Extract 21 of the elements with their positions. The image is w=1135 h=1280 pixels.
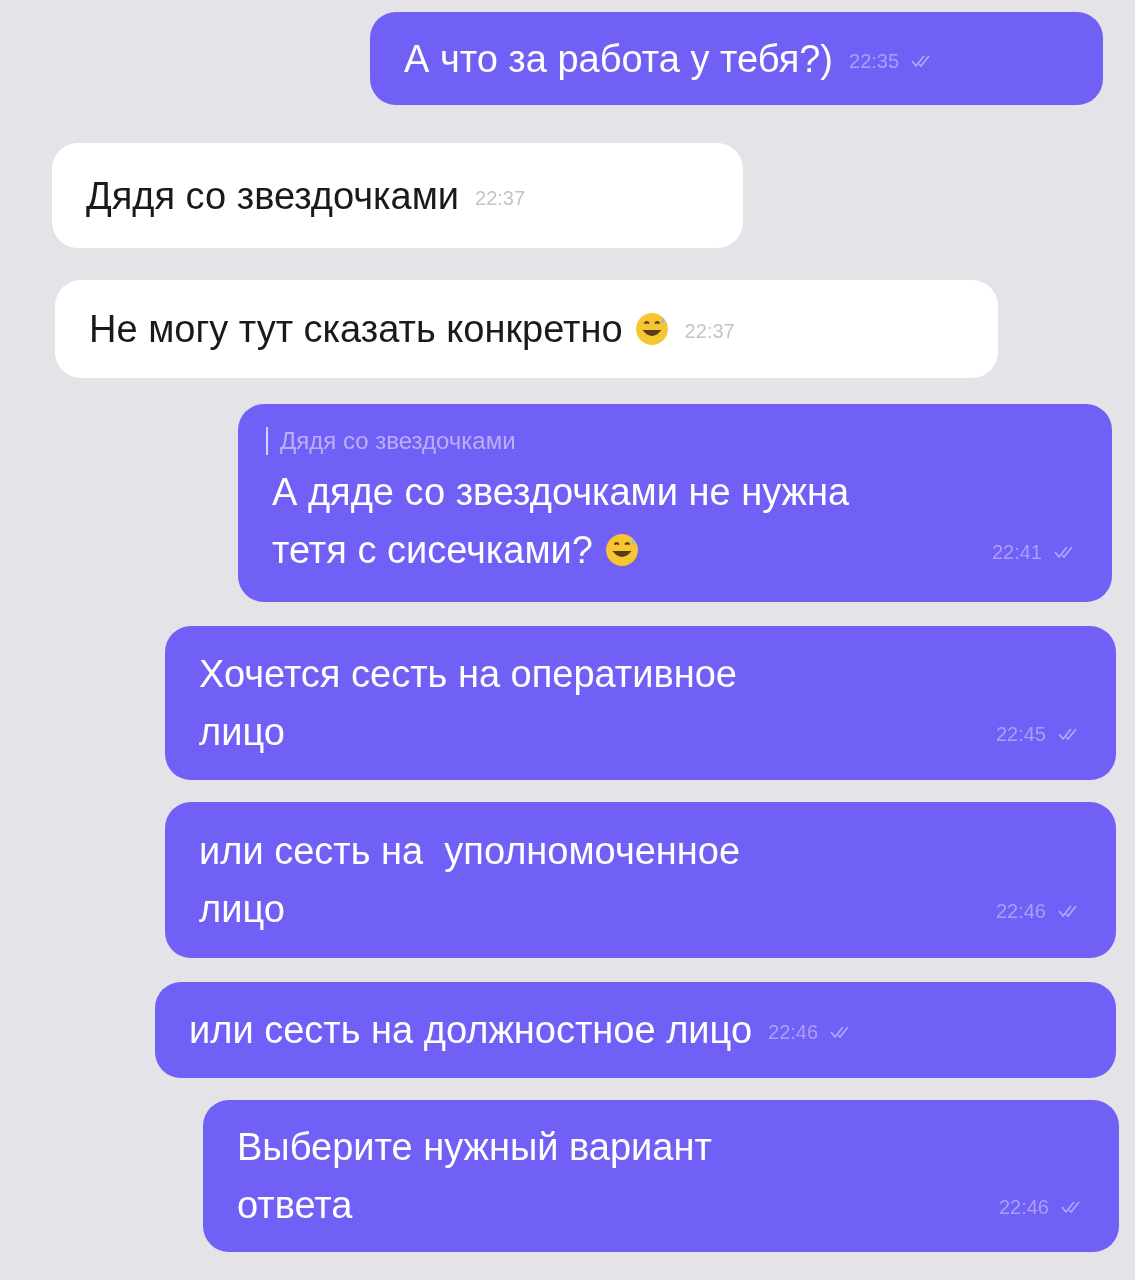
message-text: А дяде со звездочками не нужна [272, 470, 850, 515]
message-time: 22:37 [475, 185, 526, 211]
message-time: 22:46 [768, 1020, 819, 1045]
quoted-message: Дядя со звездочками [266, 427, 1078, 455]
message-time: 22:41 [991, 540, 1042, 565]
message-text: лицо [199, 710, 285, 755]
message-time: 22:37 [684, 319, 735, 344]
message-text: Выберите нужный вариант [237, 1125, 712, 1170]
message-text: А что за работа у тебя?) [404, 36, 834, 82]
message-text: тетя с сисечками? [272, 528, 593, 573]
message-text: лицо [199, 887, 285, 932]
message-text: Дядя со звездочками [86, 173, 460, 219]
message-text: или сесть на уполномоченное [199, 829, 741, 874]
message-text: Не могу тут сказать конкретно [89, 307, 623, 352]
message-time: 22:35 [849, 48, 900, 74]
message-text: Хочется сесть на оперативное [199, 652, 737, 697]
message-time: 22:46 [995, 899, 1046, 924]
message-time: 22:45 [995, 722, 1046, 747]
message-text: ответа [237, 1183, 353, 1228]
message-time: 22:46 [998, 1195, 1049, 1220]
message-text: или сесть на должностное лицо [189, 1008, 753, 1053]
